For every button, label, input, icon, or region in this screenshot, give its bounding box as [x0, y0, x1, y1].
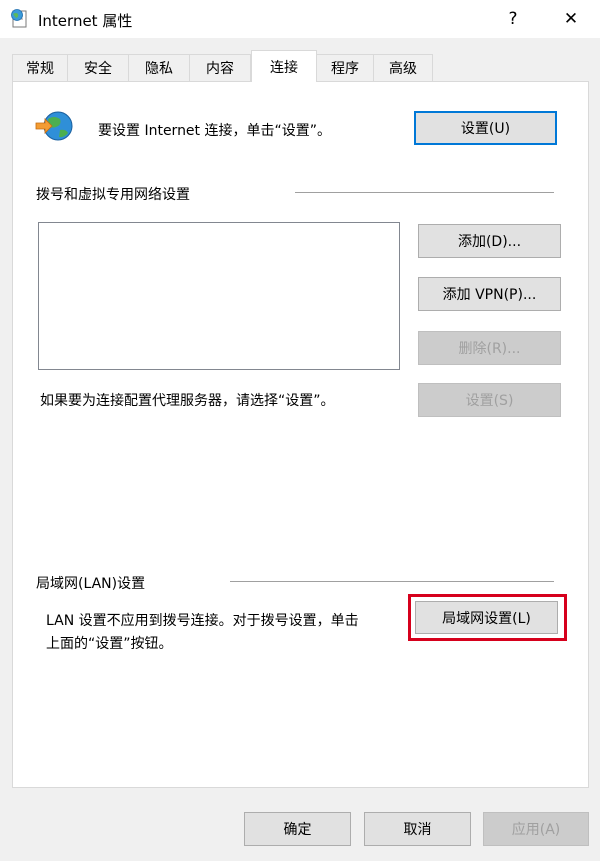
- apply-button[interactable]: 应用(A): [483, 812, 589, 846]
- tab-bar: 常规 安全 隐私 内容 连接 程序 高级: [0, 50, 600, 82]
- lan-text-line1: LAN 设置不应用到拨号连接。对于拨号设置，单击: [46, 613, 359, 629]
- lan-text-line2: 上面的“设置”按钮。: [46, 636, 173, 652]
- globe-arrow-icon: [34, 110, 74, 144]
- close-button[interactable]: ✕: [548, 0, 594, 38]
- lan-settings-button[interactable]: 局域网设置(L): [415, 601, 558, 634]
- proxy-text: 如果要为连接配置代理服务器，请选择“设置”。: [40, 393, 335, 409]
- add-vpn-button[interactable]: 添加 VPN(P)...: [418, 277, 561, 311]
- tab-advanced[interactable]: 高级: [373, 54, 433, 81]
- setup-text: 要设置 Internet 连接，单击“设置”。: [98, 123, 331, 139]
- lan-divider: [230, 581, 554, 582]
- dialup-heading: 拨号和虚拟专用网络设置: [36, 187, 190, 203]
- setup-button[interactable]: 设置(U): [414, 111, 557, 145]
- tab-privacy[interactable]: 隐私: [128, 54, 190, 81]
- title-bar: Internet 属性 ? ✕: [0, 0, 600, 38]
- tab-connections[interactable]: 连接: [251, 50, 317, 82]
- add-button[interactable]: 添加(D)...: [418, 224, 561, 258]
- ok-button[interactable]: 确定: [244, 812, 351, 846]
- tab-programs[interactable]: 程序: [316, 54, 374, 81]
- connections-list[interactable]: [38, 222, 400, 370]
- dialup-settings-button[interactable]: 设置(S): [418, 383, 561, 417]
- cancel-button[interactable]: 取消: [364, 812, 471, 846]
- remove-button[interactable]: 删除(R)...: [418, 331, 561, 365]
- window-title: Internet 属性: [38, 12, 133, 30]
- dialup-divider: [295, 192, 554, 193]
- help-button[interactable]: ?: [490, 0, 536, 38]
- internet-options-icon: [10, 9, 30, 29]
- lan-heading: 局域网(LAN)设置: [36, 576, 146, 592]
- tab-security[interactable]: 安全: [67, 54, 129, 81]
- tab-general[interactable]: 常规: [12, 54, 68, 81]
- tab-content[interactable]: 内容: [189, 54, 251, 81]
